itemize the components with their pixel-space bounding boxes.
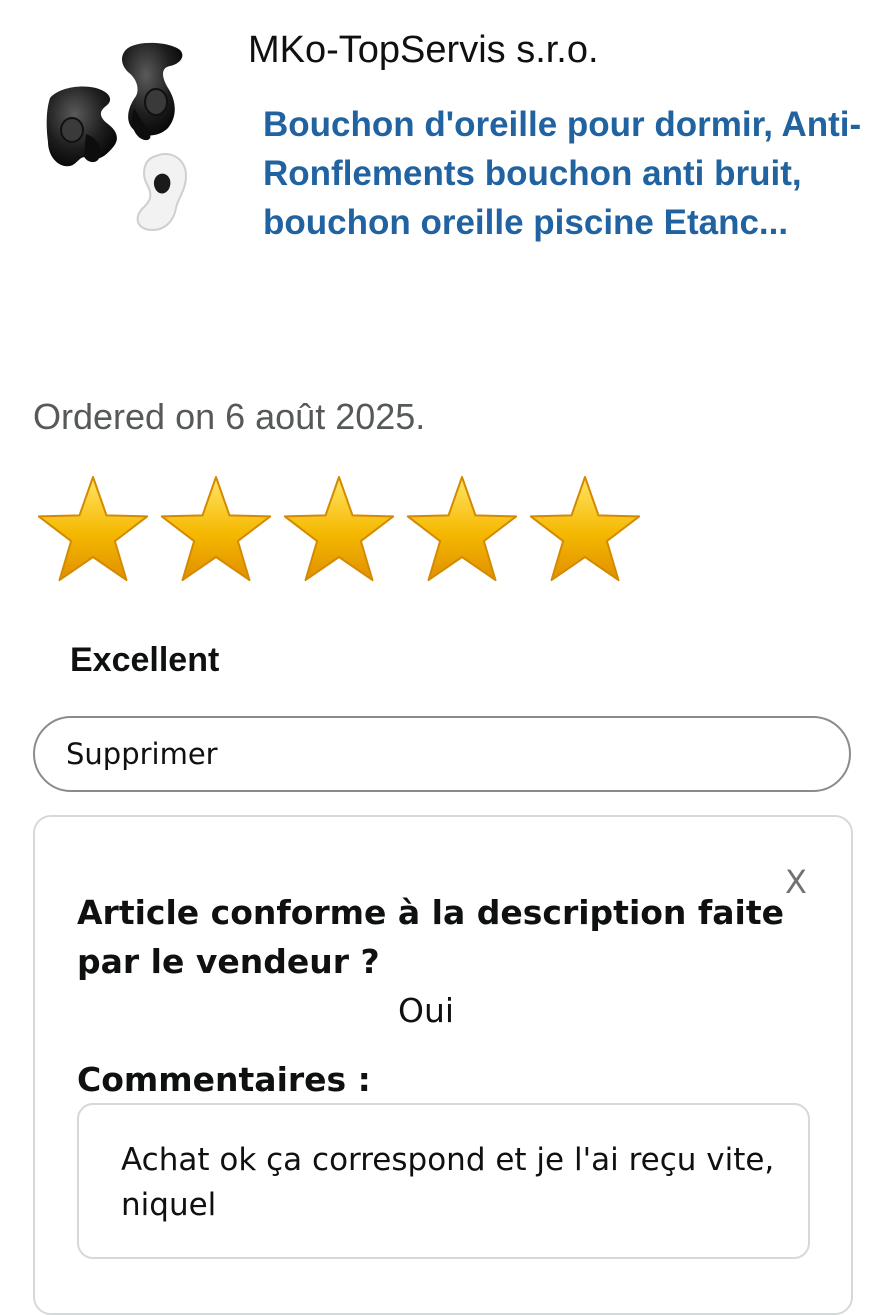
star-icon[interactable]: [160, 476, 272, 582]
feedback-question: Article conforme à la description faite …: [77, 893, 785, 981]
star-icon[interactable]: [529, 476, 641, 582]
star-rating[interactable]: [38, 474, 658, 589]
star-icon[interactable]: [283, 476, 395, 582]
rating-label: Excellent: [70, 641, 220, 679]
product-image[interactable]: [40, 38, 200, 238]
delete-button[interactable]: Supprimer: [33, 716, 851, 792]
comments-label: Commentaires :: [77, 1060, 371, 1099]
order-date: Ordered on 6 août 2025.: [33, 396, 426, 437]
comment-text: Achat ok ça correspond et je l'ai reçu v…: [121, 1142, 775, 1223]
product-title-link[interactable]: Bouchon d'oreille pour dormir, Anti-Ronf…: [263, 100, 863, 247]
feedback-answer: Oui: [398, 991, 455, 1030]
seller-name: MKo-TopServis s.r.o.: [248, 29, 599, 71]
star-icon[interactable]: [406, 476, 518, 582]
star-icon[interactable]: [38, 476, 149, 582]
